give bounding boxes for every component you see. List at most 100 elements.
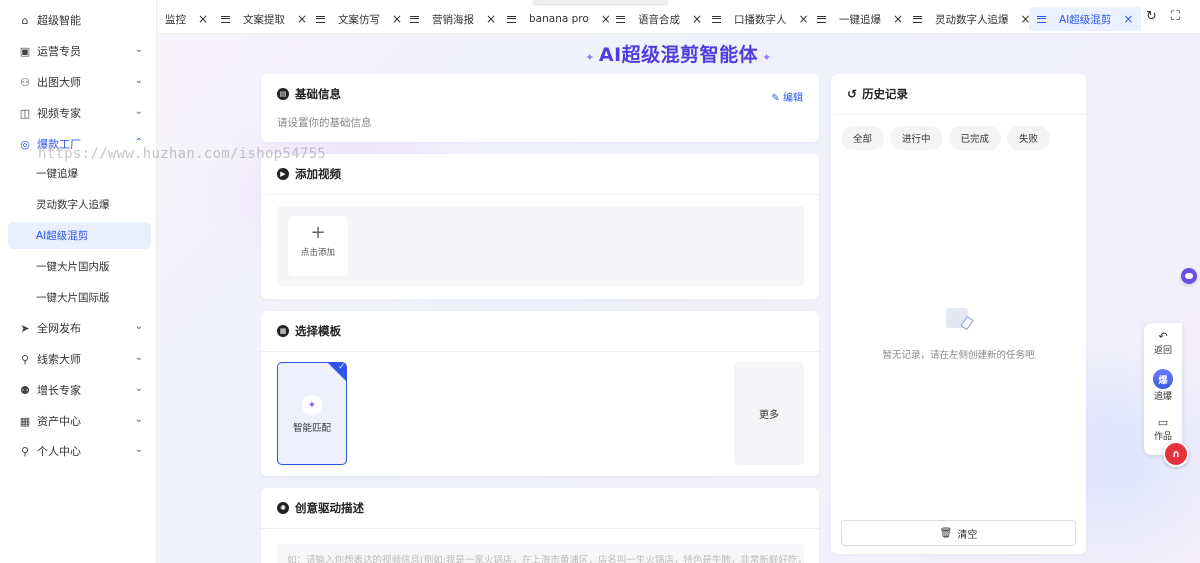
home-icon: ⌂ (21, 13, 29, 27)
page-title-text: AI超级混剪智能体 (598, 44, 759, 66)
refresh-icon[interactable]: ↻ (1146, 9, 1157, 24)
chevron-down-icon: ⌄ (134, 106, 143, 117)
user-icon: ⚲ (20, 444, 30, 458)
sidebar-subitem-label: AI超级混剪 (36, 230, 89, 242)
menu-icon (616, 15, 625, 23)
bulb-icon: ✺ (277, 502, 289, 514)
pencil-icon: ✎ (771, 93, 783, 104)
chase-label: 追爆 (1153, 392, 1172, 402)
creative-description-input[interactable]: 如：请输入你想表达的视频信息(例如:我是一家火锅店，在上海市黄浦区，店名叫一生火… (277, 544, 804, 563)
close-icon[interactable]: × (198, 12, 208, 26)
card-header: ↺ 历史记录 (831, 74, 1086, 114)
document-icon: ▤ (277, 88, 289, 100)
sidebar-subitem-blockbuster-intl[interactable]: 一键大片国际版 (8, 284, 151, 311)
sidebar-item-publish[interactable]: ➤ 全网发布 ⌄ (0, 314, 157, 342)
close-icon[interactable]: × (692, 12, 702, 26)
add-video-label: 点击添加 (300, 248, 335, 258)
tab-one-click-chase[interactable]: 一键追爆 × (817, 7, 903, 31)
close-icon[interactable]: × (392, 12, 402, 26)
tab-copy-rewrite[interactable]: 文案仿写 × (316, 7, 402, 31)
close-icon[interactable]: × (601, 12, 611, 26)
chevron-down-icon: ⌄ (134, 444, 143, 455)
filter-in-progress[interactable]: 进行中 (890, 126, 943, 150)
sidebar-subitem-label: 一键大片国际版 (36, 292, 110, 304)
close-icon[interactable]: × (1123, 12, 1133, 26)
video-icon: ◫ (19, 106, 31, 120)
tab-tools: ↻ ⛶ (1146, 9, 1180, 24)
add-video-button[interactable]: + 点击添加 (288, 216, 348, 276)
tab-label: 监控 (165, 13, 186, 26)
tab-banana-pro[interactable]: banana pro × (507, 7, 611, 31)
headset-icon: ∩ (1171, 448, 1181, 460)
sidebar-item-video-expert[interactable]: ◫ 视频专家 ⌄ (0, 99, 157, 127)
add-video-card: ▶ 添加视频 + 点击添加 (261, 154, 819, 299)
tab-voice-synthesis[interactable]: 语音合成 × (616, 7, 702, 31)
upload-area: + 点击添加 (277, 206, 804, 286)
sidebar-item-label: 增长专家 (37, 384, 81, 397)
tab-digital-human-chase[interactable]: 灵动数字人追爆 × (913, 7, 1031, 31)
tab-label: 语音合成 (638, 13, 680, 26)
tab-copy-extract[interactable]: 文案提取 × (221, 7, 307, 31)
divider (261, 528, 819, 529)
filter-all[interactable]: 全部 (841, 126, 885, 150)
edit-button[interactable]: ✎ 编辑 (771, 89, 803, 104)
card-header: ▶ 添加视频 (261, 154, 819, 194)
tab-label: 营销海报 (432, 13, 474, 26)
page-title: ✦ AI超级混剪智能体 ✦ (157, 40, 1200, 67)
close-icon[interactable]: × (799, 12, 809, 26)
tab-label: 文案仿写 (338, 13, 380, 26)
works-label: 作品 (1153, 432, 1172, 442)
sidebar: ⌂ 超级智能 ▣ 运营专员 ⌄ ⚇ 出图大师 ⌄ ◫ 视频专家 ⌄ ◎ 爆款工厂… (0, 0, 157, 563)
edit-label: 编辑 (783, 93, 803, 104)
sidebar-item-leads[interactable]: ⚲ 线索大师 ⌄ (0, 345, 157, 373)
sidebar-item-ops[interactable]: ▣ 运营专员 ⌄ (0, 37, 157, 65)
sidebar-item-super-ai[interactable]: ⌂ 超级智能 (0, 6, 157, 34)
red-float-button[interactable]: ∩ (1163, 441, 1189, 467)
check-icon: ✓ (338, 362, 345, 371)
template-more-button[interactable]: 更多 (734, 362, 804, 465)
history-panel: ↺ 历史记录 全部 进行中 已完成 失败 暂无记录，请在左侧创建新的任务吧 🗑 … (831, 74, 1086, 554)
tab-label: 口播数字人 (734, 13, 787, 26)
sidebar-subitem-label: 一键追爆 (36, 168, 78, 180)
filter-failed[interactable]: 失败 (1007, 126, 1051, 150)
chevron-down-icon: ⌄ (134, 321, 143, 332)
tab-digital-anchor[interactable]: 口播数字人 × (712, 7, 809, 31)
card-title: 历史记录 (862, 87, 909, 101)
folder-star-icon: ▭ (1157, 416, 1169, 429)
menu-icon (817, 15, 826, 23)
tab-monitor[interactable]: 监控 × (165, 7, 208, 31)
tab-marketing-poster[interactable]: 营销海报 × (410, 7, 496, 31)
sidebar-subitem-one-click-chase[interactable]: 一键追爆 (8, 160, 151, 187)
sidebar-item-image-master[interactable]: ⚇ 出图大师 ⌄ (0, 68, 157, 96)
chevron-down-icon: ⌄ (134, 352, 143, 363)
sidebar-subitem-blockbuster-domestic[interactable]: 一键大片国内版 (8, 253, 151, 280)
menu-icon (316, 15, 325, 23)
filter-completed[interactable]: 已完成 (948, 126, 1002, 150)
template-smart-match[interactable]: ✓ ✦ 智能匹配 (277, 362, 347, 465)
back-button[interactable]: ↶ 返回 (1144, 331, 1182, 357)
sidebar-item-growth[interactable]: ⚉ 增长专家 ⌄ (0, 376, 157, 404)
sidebar-subitem-ai-remix[interactable]: AI超级混剪 (8, 222, 151, 249)
works-button[interactable]: ▭ 作品 (1144, 416, 1182, 443)
clear-history-button[interactable]: 🗑 清空 (841, 520, 1076, 546)
sidebar-item-label: 出图大师 (37, 76, 81, 89)
video-camera-icon: ▶ (277, 168, 289, 180)
fullscreen-icon[interactable]: ⛶ (1171, 9, 1180, 24)
tab-ai-remix[interactable]: AI超级混剪 × (1029, 7, 1142, 31)
assistant-float-button[interactable] (1181, 268, 1197, 284)
close-icon[interactable]: × (486, 12, 496, 26)
sidebar-item-personal[interactable]: ⚲ 个人中心 ⌄ (0, 437, 157, 465)
sidebar-subitem-digital-human-chase[interactable]: 灵动数字人追爆 (8, 191, 151, 218)
sidebar-item-assets[interactable]: ▦ 资产中心 ⌄ (0, 407, 157, 435)
card-header: ▤ 基础信息 (261, 74, 819, 114)
chase-button[interactable]: 爆 追爆 (1144, 369, 1182, 402)
template-icon: ▦ (277, 325, 289, 337)
top-dropdown-edge (533, 0, 668, 4)
close-icon[interactable]: × (297, 12, 307, 26)
sidebar-item-label: 资产中心 (37, 415, 81, 428)
asset-icon: ▦ (19, 414, 31, 428)
card-title: 选择模板 (295, 324, 341, 338)
close-icon[interactable]: × (893, 12, 903, 26)
history-icon: ↺ (847, 87, 858, 101)
sidebar-item-label: 超级智能 (37, 14, 81, 27)
